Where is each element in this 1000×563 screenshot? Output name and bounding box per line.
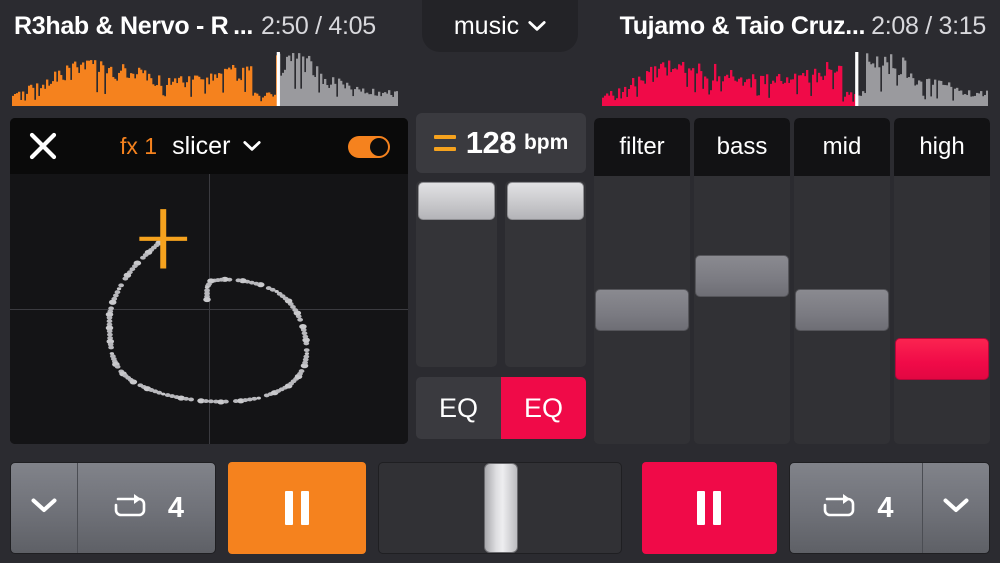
tempo-fader-b[interactable]	[505, 181, 586, 367]
deck-a-play-pause-button[interactable]	[228, 462, 366, 554]
fx-xy-pad[interactable]	[10, 174, 408, 444]
crossfader-handle[interactable]	[484, 463, 518, 553]
mixer-handle-filter[interactable]	[595, 289, 689, 331]
deck-a-loop-group: 4	[10, 462, 216, 554]
pause-icon	[697, 491, 722, 525]
crossfader[interactable]	[378, 462, 622, 554]
fx-close-button[interactable]	[10, 118, 76, 174]
fx-effect-name[interactable]: slicer	[172, 132, 230, 161]
deck-b-time: 2:08 / 3:15	[871, 11, 986, 40]
tempo-fader-b-handle[interactable]	[507, 182, 584, 220]
transport-bar: 4 4	[0, 458, 1000, 563]
deck-b-loop-group: 4	[788, 462, 990, 554]
loop-icon	[818, 491, 864, 526]
deck-b-track-title: Tujamo & Taio Cruz...	[619, 11, 866, 40]
bpm-unit-label: bpm	[523, 131, 569, 154]
eq-button-row: EQ EQ	[416, 377, 586, 439]
deck-a-title-row[interactable]: R3hab & Nervo - R ... 2:50 / 4:05	[0, 0, 410, 52]
deck-b-loop-button[interactable]: 4	[790, 463, 922, 553]
mixer-handle-high[interactable]	[895, 338, 989, 381]
deck-b-expand-button[interactable]	[923, 463, 989, 553]
deck-a-loop-beats: 4	[167, 491, 185, 524]
deck-b-title-row[interactable]: Tujamo & Taio Cruz... 2:08 / 3:15	[590, 0, 1000, 52]
chevron-down-icon	[943, 498, 969, 518]
fx-toggle-knob	[370, 138, 388, 156]
deck-a-transport: 4	[10, 462, 366, 554]
dj-app-window: R3hab & Nervo - R ... 2:50 / 4:05 music …	[0, 0, 1000, 563]
tempo-fader-a-handle[interactable]	[418, 182, 495, 220]
close-x-icon	[28, 131, 58, 161]
mixer-channel-bass: bass	[694, 118, 790, 444]
xy-pad-overlay	[105, 209, 310, 405]
chevron-down-icon	[31, 498, 57, 518]
tempo-fader-a[interactable]	[416, 181, 497, 367]
library-source-dropdown[interactable]: music	[422, 0, 578, 52]
fx-panel-header: fx 1 slicer	[10, 118, 408, 174]
fx-panel: fx 1 slicer	[10, 118, 408, 444]
mixer-channel-high: high	[894, 118, 990, 444]
deck-a-track-title: R3hab & Nervo - R ...	[14, 11, 254, 40]
mixer-panel: filter bass mid high	[594, 118, 990, 444]
mixer-label-mid: mid	[794, 118, 890, 176]
mixer-track-high[interactable]	[894, 176, 990, 444]
mixer-label-bass: bass	[694, 118, 790, 176]
deck-a-waveform-svg	[12, 52, 398, 106]
deck-a-header: R3hab & Nervo - R ... 2:50 / 4:05	[0, 0, 410, 110]
mixer-handle-bass[interactable]	[695, 255, 789, 298]
deck-a-loop-button[interactable]: 4	[78, 463, 215, 553]
chevron-down-icon[interactable]	[243, 140, 262, 152]
mixer-label-high: high	[894, 118, 990, 176]
chevron-down-icon	[528, 20, 546, 32]
mixer-track-mid[interactable]	[794, 176, 890, 444]
mixer-track-filter[interactable]	[594, 176, 690, 444]
loop-icon	[109, 491, 155, 526]
sync-equals-icon	[433, 135, 456, 151]
pause-icon	[285, 491, 309, 525]
deck-b-play-pause-button[interactable]	[642, 462, 777, 554]
bpm-display[interactable]: 128 bpm	[416, 113, 586, 173]
deck-b-loop-beats: 4	[877, 491, 894, 524]
mixer-label-filter: filter	[594, 118, 690, 176]
deck-b-transport: 4	[642, 462, 990, 554]
deck-a-expand-button[interactable]	[11, 463, 77, 553]
library-source-label: music	[453, 11, 520, 40]
mixer-channel-mid: mid	[794, 118, 890, 444]
fx-slot-label[interactable]: fx 1	[120, 133, 157, 160]
bpm-value: 128	[465, 125, 517, 160]
deck-a-waveform[interactable]	[12, 52, 398, 106]
tempo-fader-row	[416, 181, 586, 367]
top-bar: R3hab & Nervo - R ... 2:50 / 4:05 music …	[0, 0, 1000, 110]
mixer-channel-filter: filter	[594, 118, 690, 444]
deck-b-header: Tujamo & Taio Cruz... 2:08 / 3:15	[590, 0, 1000, 110]
deck-a-time: 2:50 / 4:05	[261, 11, 376, 40]
center-column: 128 bpm EQ EQ	[416, 113, 586, 445]
eq-button-a[interactable]: EQ	[416, 377, 501, 439]
eq-button-b[interactable]: EQ	[501, 377, 586, 439]
mixer-handle-mid[interactable]	[795, 289, 889, 331]
deck-b-waveform-svg	[602, 52, 988, 106]
deck-b-waveform[interactable]	[602, 52, 988, 106]
mixer-track-bass[interactable]	[694, 176, 790, 444]
fx-enable-toggle[interactable]	[348, 136, 390, 158]
